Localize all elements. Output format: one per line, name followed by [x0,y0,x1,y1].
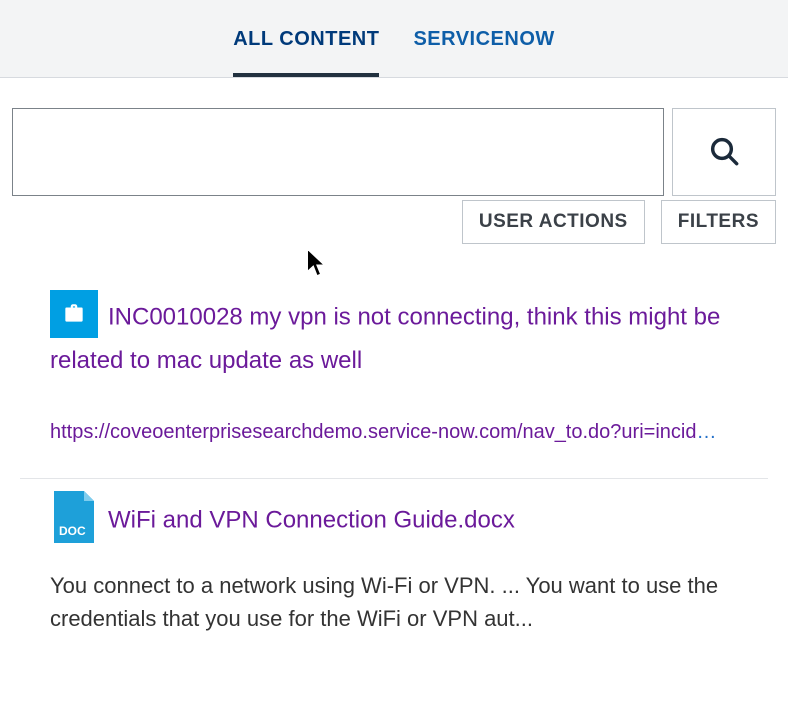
briefcase-icon [50,290,98,338]
search-button[interactable] [672,108,776,196]
header-bar: ALL CONTENT SERVICENOW [0,0,788,78]
doc-file-icon: DOC [50,493,98,541]
result-title-link[interactable]: WiFi and VPN Connection Guide.docx [108,507,515,534]
result-item: DOC WiFi and VPN Connection Guide.docx Y… [20,479,768,669]
search-input[interactable] [12,108,664,196]
tab-all-content[interactable]: ALL CONTENT [233,28,379,77]
tabs: ALL CONTENT SERVICENOW [0,0,788,77]
svg-text:DOC: DOC [59,524,86,538]
search-row [12,108,776,196]
result-title-row: DOC WiFi and VPN Connection Guide.docx [50,497,738,545]
result-item: INC0010028 my vpn is not connecting, thi… [20,276,768,479]
results-list: INC0010028 my vpn is not connecting, thi… [12,244,776,669]
content-area: USER ACTIONS FILTERS INC0010028 my vpn i… [0,78,788,669]
filters-button[interactable]: FILTERS [661,200,776,244]
user-actions-button[interactable]: USER ACTIONS [462,200,645,244]
result-url-ellipsis: … [696,421,716,443]
result-title-row: INC0010028 my vpn is not connecting, thi… [50,294,738,379]
action-row: USER ACTIONS FILTERS [12,200,776,244]
search-icon [708,135,740,170]
result-url-text: https://coveoenterprisesearchdemo.servic… [50,421,696,443]
result-url[interactable]: https://coveoenterprisesearchdemo.servic… [50,421,738,444]
tab-servicenow[interactable]: SERVICENOW [413,28,554,77]
result-title-link[interactable]: INC0010028 my vpn is not connecting, thi… [50,303,720,374]
result-snippet: You connect to a network using Wi-Fi or … [50,569,738,635]
